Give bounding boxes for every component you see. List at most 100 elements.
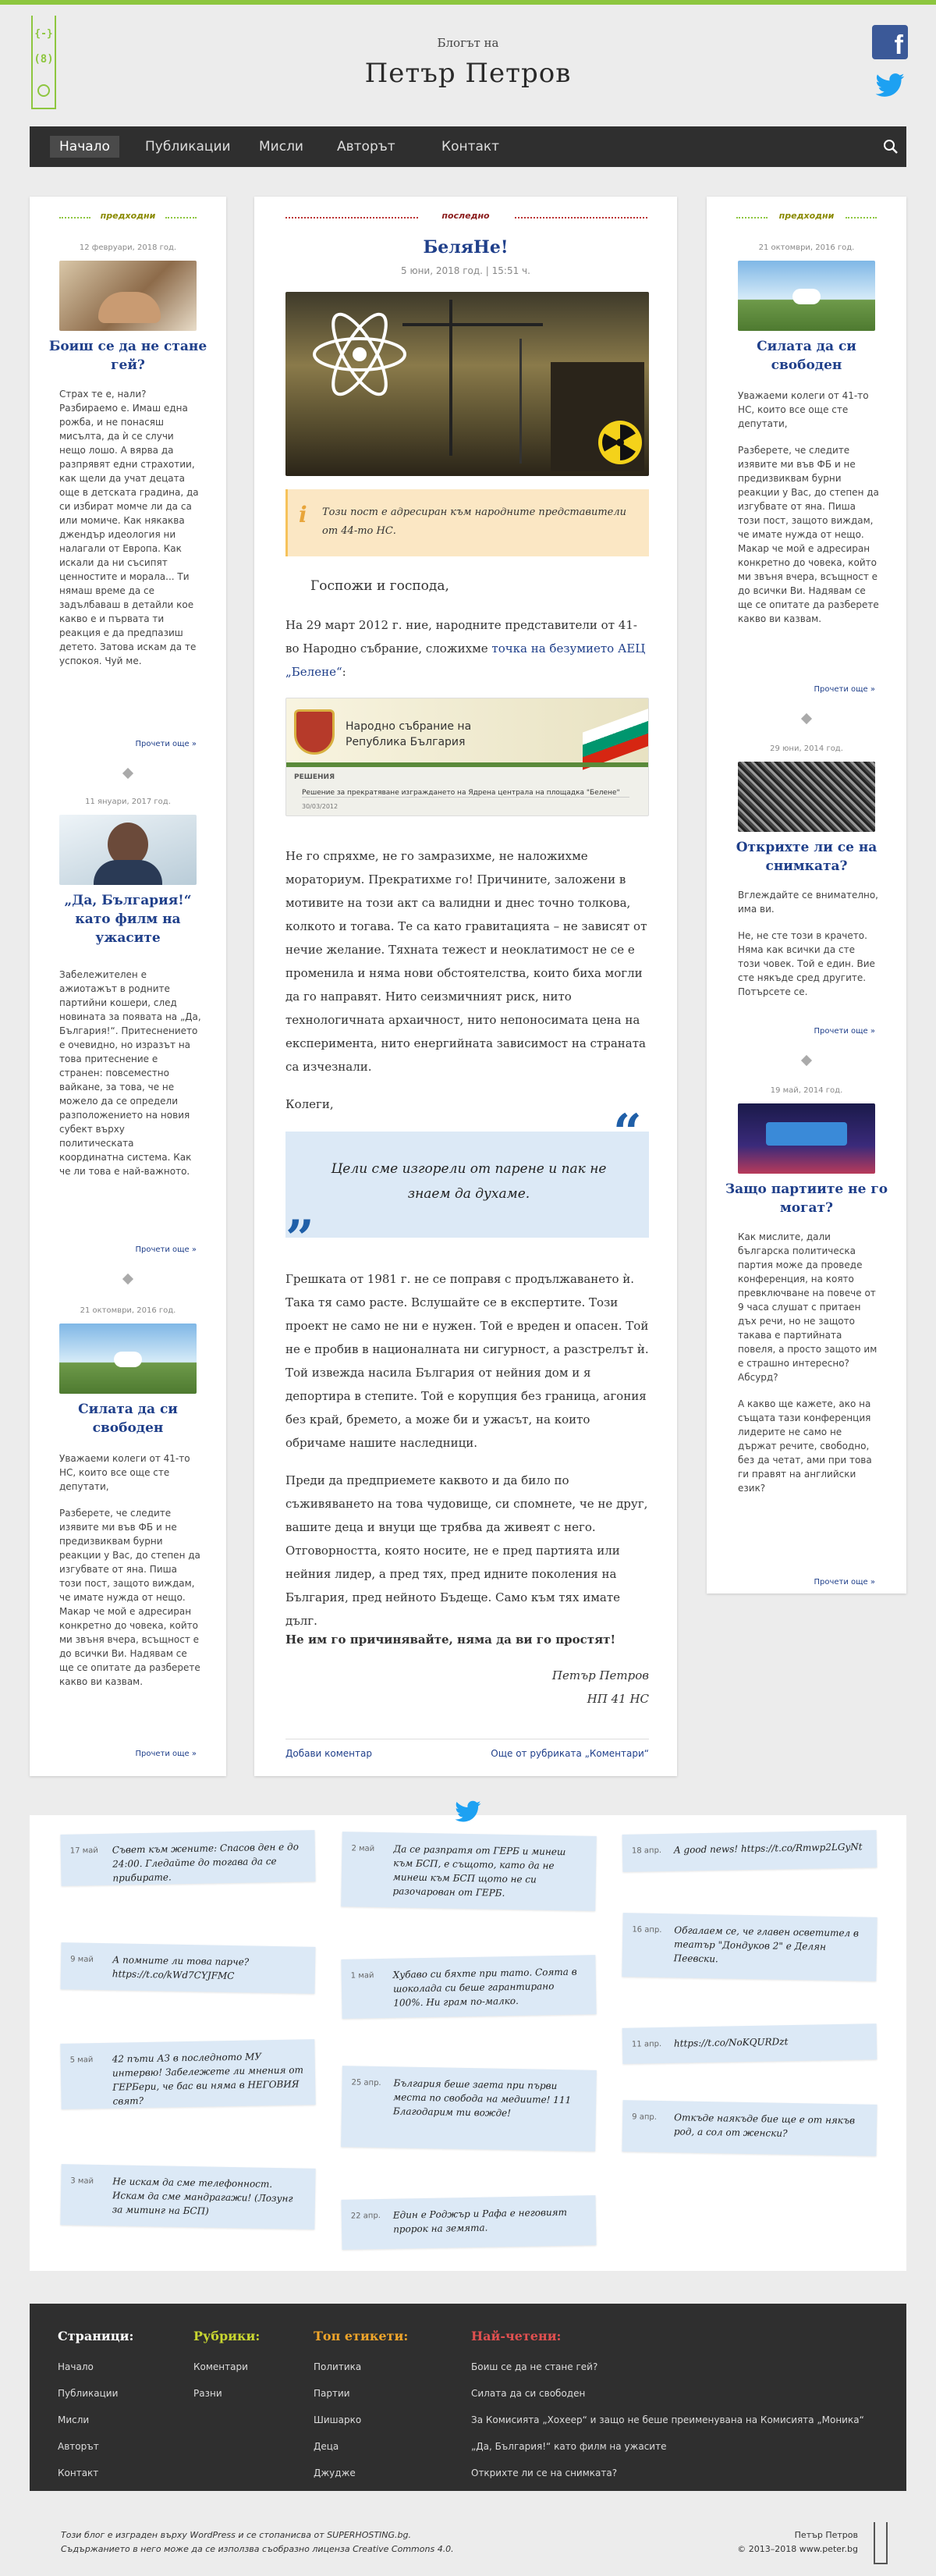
footer-link[interactable]: Партии — [314, 2388, 350, 2399]
copyright: © 2013–2018 www.peter.bg — [737, 2544, 858, 2554]
post-excerpt: Вглеждайте се внимателно, има ви. Не, не… — [738, 888, 880, 1011]
tweet-card[interactable]: 2 май Да се разпратя от ГЕРБ и минеш към … — [341, 1832, 597, 1911]
coat-of-arms-icon — [294, 709, 335, 755]
post-thumbnail[interactable] — [738, 762, 875, 832]
footer-link[interactable]: Джудже — [314, 2468, 356, 2478]
tweet-date: 9 апр. — [632, 2112, 658, 2122]
left-sidebar: предходни 12 февруари, 2018 год. Боиш се… — [30, 197, 226, 1776]
footer-link[interactable]: Деца — [314, 2441, 339, 2452]
tweet-date: 5 май — [69, 2055, 94, 2065]
bottom-bar: Този блог е изграден върху WordPress и с… — [30, 2521, 906, 2567]
tweet-date: 3 май — [70, 2176, 94, 2186]
tweet-card[interactable]: 5 май 42 пъти АЗ в последното МУ интервю!… — [60, 2039, 316, 2109]
footer-link[interactable]: За Комисията „Хохеер“ и защо не беше пре… — [471, 2414, 864, 2425]
footer-link[interactable]: Силата да си свободен — [471, 2388, 585, 2399]
post-thumbnail[interactable] — [59, 815, 197, 885]
footer-heading-popular: Най-четени: — [471, 2329, 562, 2343]
read-more-link[interactable]: Прочети още » — [738, 1578, 875, 1586]
post-excerpt: Как мислите, дали българска политическа … — [738, 1230, 880, 1508]
nav-item-author[interactable]: Авторът — [328, 136, 405, 158]
blog-title[interactable]: Петър Петров — [0, 58, 936, 89]
search-icon[interactable] — [883, 139, 899, 155]
blockquote: Цели сме изгорели от парене и пак не зна… — [285, 1132, 649, 1238]
footer-logo[interactable] — [874, 2522, 888, 2564]
read-more-link[interactable]: Прочети още » — [59, 740, 197, 748]
add-comment-link[interactable]: Добави коментар — [285, 1748, 372, 1759]
read-more-link[interactable]: Прочети още » — [738, 685, 875, 694]
footer-link[interactable]: Шишарко — [314, 2414, 361, 2425]
footer-link[interactable]: Разни — [193, 2388, 222, 2399]
tweet-card[interactable]: 18 апр. A good news! https://t.co/Rmwp2LG… — [622, 1830, 878, 1872]
tweet-date: 17 май — [69, 1846, 98, 1856]
post-title[interactable]: Защо партиите не го могат? — [722, 1180, 891, 1217]
twitter-icon[interactable] — [872, 70, 908, 101]
notice-text: Този пост е адресиран към народните пред… — [322, 506, 627, 537]
post-excerpt: Уважаеми колеги от 41-то НС, които все о… — [59, 1451, 201, 1701]
post-title[interactable]: Силата да си свободен — [45, 1400, 211, 1437]
excerpt-paragraph: Уважаеми колеги от 41-то НС, които все о… — [59, 1453, 190, 1492]
article-greeting: Госпожи и господа, — [310, 578, 449, 594]
more-from-category-link[interactable]: Още от рубриката „Коментари“ — [437, 1748, 649, 1759]
tweet-date: 1 май — [350, 1971, 374, 1981]
tweet-text: Да се разпратя от ГЕРБ и минеш към БСП, … — [392, 1843, 566, 1899]
tweet-card[interactable]: 9 май А помните ли това парче? https://t.… — [60, 1942, 316, 1994]
footer-link[interactable]: Коментари — [193, 2361, 248, 2372]
radiation-icon — [598, 421, 642, 464]
nav-item-publications[interactable]: Публикации — [136, 136, 240, 158]
article-closing: Не им го причинявайте, няма да ви го про… — [285, 1633, 616, 1647]
nav-item-home[interactable]: Начало — [50, 136, 119, 158]
post-thumbnail[interactable] — [59, 261, 197, 331]
tweet-card[interactable]: 16 апр. Обгалаем се, че главен осветител … — [622, 1913, 878, 1981]
tweet-text: А помните ли това парче? https://t.co/kW… — [112, 1954, 250, 1982]
excerpt-paragraph: Не, не сте този в крачето. Няма как всич… — [738, 930, 875, 997]
footer-heading-tags: Топ етикети: — [314, 2329, 409, 2343]
post-thumbnail[interactable] — [738, 261, 875, 331]
facebook-icon[interactable]: f — [872, 25, 908, 60]
right-sidebar: предходни 21 октомври, 2016 год. Силата … — [707, 197, 906, 1594]
nav-item-contact[interactable]: Контакт — [432, 136, 509, 158]
tweet-text: https://t.co/NoKQURDzt — [673, 2036, 789, 2049]
footer-link[interactable]: Контакт — [58, 2468, 98, 2478]
footer-link[interactable]: „Да, България!“ като филм на ужасите — [471, 2441, 666, 2452]
footer-link[interactable]: Политика — [314, 2361, 361, 2372]
post-title[interactable]: Боиш се да не стане гей? — [45, 337, 211, 375]
open-quote-icon: ” — [285, 1210, 314, 1268]
site-header: {-} (8) Блогът на Петър Петров f — [0, 5, 936, 122]
footer-link[interactable]: Боиш се да не стане гей? — [471, 2361, 597, 2372]
footer-link[interactable]: Начало — [58, 2361, 94, 2372]
tweet-card[interactable]: 11 апр. https://t.co/NoKQURDzt — [622, 2023, 878, 2064]
post-title[interactable]: Открихте ли се на снимката? — [722, 838, 891, 876]
read-more-link[interactable]: Прочети още » — [59, 1245, 197, 1254]
twitter-icon — [455, 1800, 481, 1822]
post-title[interactable]: Силата да си свободен — [722, 337, 891, 375]
post-excerpt: Уважаеми колеги от 41-то НС, които все о… — [738, 389, 880, 638]
excerpt-paragraph: Разберете, че следите изявите ми във ФБ … — [59, 1508, 200, 1687]
tweet-card[interactable]: 22 апр. Един е Роджър и Рафа е неговият п… — [341, 2195, 597, 2250]
nav-item-thoughts[interactable]: Мисли — [250, 136, 313, 158]
excerpt-paragraph: Уважаеми колеги от 41-то НС, които все о… — [738, 390, 869, 429]
footer-link[interactable]: Открихте ли се на снимката? — [471, 2468, 617, 2478]
main-navigation: Начало Публикации Мисли Авторът Контакт — [30, 126, 906, 167]
post-thumbnail[interactable] — [738, 1103, 875, 1174]
article-title[interactable]: БеляНе! — [254, 237, 677, 258]
tweet-text: Съвет към жените: Спасов ден е до 24:00.… — [112, 1841, 299, 1884]
paragraph-text: : — [342, 665, 346, 679]
tweet-card[interactable]: 25 апр. България беше заета при първи мес… — [341, 2066, 597, 2151]
tweet-card[interactable]: 9 апр. Откъде наякъде бие ще е от някъв р… — [622, 2100, 878, 2156]
tweet-card[interactable]: 17 май Съвет към жените: Спасов ден е до … — [60, 1830, 316, 1886]
footer-link[interactable]: Публикации — [58, 2388, 118, 2399]
read-more-link[interactable]: Прочети още » — [738, 1027, 875, 1036]
decision-screenshot: Народно събрание на Република България Р… — [285, 698, 649, 816]
tweet-date: 22 апр. — [350, 2211, 381, 2221]
read-more-link[interactable]: Прочети още » — [59, 1750, 197, 1758]
post-date: 11 януари, 2017 год. — [85, 798, 171, 806]
footer-link[interactable]: Мисли — [58, 2414, 89, 2425]
site-footer: Страници: Начало Публикации Мисли Авторъ… — [30, 2304, 906, 2491]
tweet-card[interactable]: 1 май Хубаво си бяхте при тато. Соята в ш… — [341, 1955, 597, 2019]
footer-link[interactable]: Авторът — [58, 2441, 99, 2452]
post-title[interactable]: „Да, България!“ като филм на ужасите — [45, 891, 211, 947]
post-thumbnail[interactable] — [59, 1324, 197, 1394]
article-paragraph: Не го спряхме, не го замразихме, не нало… — [285, 849, 647, 1074]
tweet-card[interactable]: 3 май Не искам да сме телефонност. Искам … — [60, 2164, 316, 2230]
excerpt-paragraph: Как мислите, дали българска политическа … — [738, 1231, 878, 1383]
